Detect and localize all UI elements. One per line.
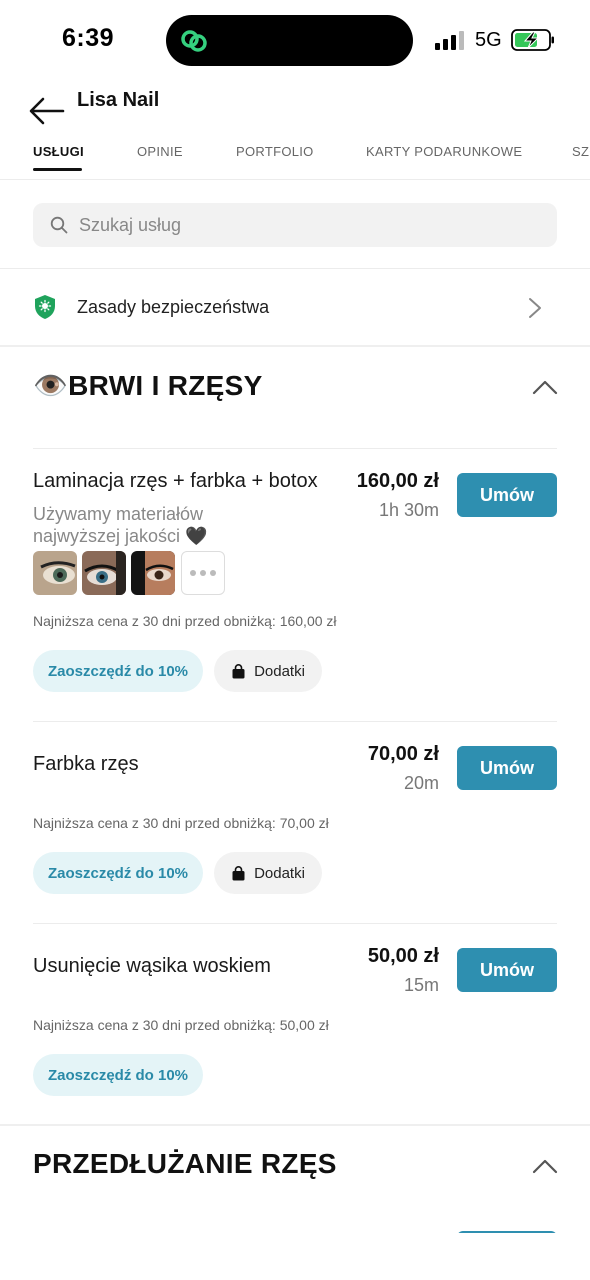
book-button[interactable]: Umów (457, 948, 557, 992)
discount-badge[interactable]: Zaoszczędź do 10% (33, 1054, 203, 1096)
signal-icon (435, 31, 464, 50)
eye-photo-image (131, 551, 175, 595)
status-time: 6:39 (62, 24, 115, 52)
lowest-price-note: Najniższa cena z 30 dni przed obniżką: 1… (33, 613, 337, 629)
heart-emoji: 🖤 (185, 526, 208, 546)
bottom-area (0, 1233, 590, 1280)
service-price: 160,00 zł (356, 470, 439, 492)
chevron-right-icon (529, 298, 541, 318)
search-input[interactable] (79, 203, 539, 247)
shield-icon (35, 295, 55, 319)
service-price: 50,00 zł (367, 945, 439, 967)
bag-icon (232, 663, 245, 678)
service-duration: 15m (403, 975, 439, 995)
section-divider (0, 345, 590, 347)
section-title-brows-lashes: 👁️BRWI I RZĘSY (33, 370, 263, 401)
chevron-up-icon[interactable] (532, 1158, 558, 1174)
status-bar: 6:39 5G (0, 0, 590, 80)
link-rings-icon (181, 30, 207, 52)
section-title-lash-extensions: PRZEDŁUŻANIE RZĘS (33, 1148, 337, 1179)
network-type: 5G (475, 29, 502, 51)
dynamic-island (166, 15, 413, 66)
safety-rules-row[interactable]: Zasady bezpieczeństwa (0, 270, 590, 346)
divider (0, 268, 590, 269)
page-title: Lisa Nail (77, 89, 160, 111)
tab-reviews[interactable]: OPINIE (137, 144, 183, 159)
book-button[interactable]: Umów (457, 746, 557, 790)
book-button[interactable]: Umów (457, 473, 557, 517)
service-price: 70,00 zł (367, 743, 439, 765)
more-dots-icon (190, 570, 216, 576)
back-arrow-icon[interactable] (28, 94, 66, 128)
service-name: Laminacja rzęs + farbka + botox (33, 470, 318, 492)
battery-charging-icon (511, 29, 554, 51)
tab-more[interactable]: SZC (572, 144, 590, 159)
search-icon (50, 216, 68, 234)
tab-bar: USŁUGI OPINIE PORTFOLIO KARTY PODARUNKOW… (0, 132, 590, 180)
tab-portfolio[interactable]: PORTFOLIO (236, 144, 314, 159)
description-text: najwyższej jakości (33, 526, 181, 546)
service-duration: 20m (403, 773, 439, 793)
discount-badge[interactable]: Zaoszczędź do 10% (33, 852, 203, 894)
item-separator (33, 721, 557, 722)
discount-badge[interactable]: Zaoszczędź do 10% (33, 650, 203, 692)
search-bar[interactable] (33, 203, 557, 247)
section-divider (0, 1124, 590, 1126)
more-photos-button[interactable] (181, 551, 225, 595)
eye-photo-image (82, 551, 126, 595)
active-tab-indicator (33, 168, 82, 171)
item-separator (33, 923, 557, 924)
eye-photo-image (33, 551, 77, 595)
description-line: Używamy materiałów (33, 504, 204, 524)
safety-rules-label: Zasady bezpieczeństwa (77, 297, 270, 317)
service-name: Usunięcie wąsika woskiem (33, 955, 271, 977)
bag-icon (232, 865, 245, 880)
description-line: najwyższej jakości 🖤 (33, 525, 208, 547)
addons-button[interactable]: Dodatki (214, 650, 322, 692)
addons-button[interactable]: Dodatki (214, 852, 322, 894)
lowest-price-note: Najniższa cena z 30 dni przed obniżką: 5… (33, 1017, 329, 1033)
addons-label: Dodatki (254, 662, 305, 680)
service-name: Farbka rzęs (33, 753, 139, 775)
service-description: Używamy materiałów najwyższej jakości 🖤 (33, 503, 208, 547)
tab-gift-cards[interactable]: KARTY PODARUNKOWE (366, 144, 522, 159)
addons-label: Dodatki (254, 864, 305, 882)
lash-photo-thumbnail[interactable] (82, 551, 126, 595)
item-separator (33, 448, 557, 449)
chevron-up-icon[interactable] (532, 379, 558, 395)
lowest-price-note: Najniższa cena z 30 dni przed obniżką: 7… (33, 815, 329, 831)
lash-photo-thumbnail[interactable] (131, 551, 175, 595)
service-duration: 1h 30m (378, 500, 439, 520)
tab-services[interactable]: USŁUGI (33, 144, 84, 159)
lash-photo-thumbnail[interactable] (33, 551, 77, 595)
